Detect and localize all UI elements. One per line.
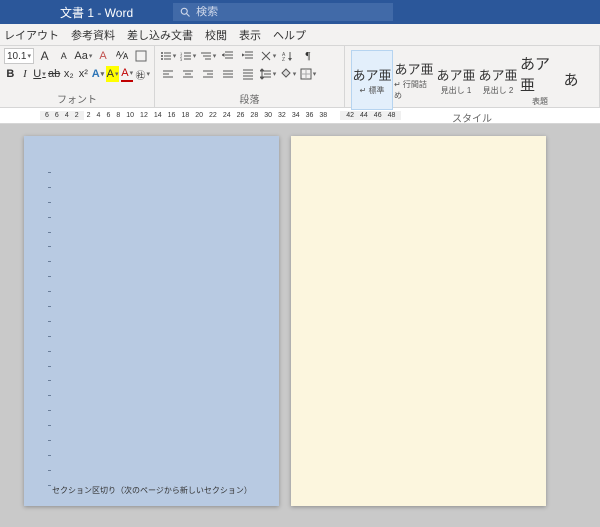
- bullets-button[interactable]: [159, 48, 177, 64]
- window-title: 文書 1 - Word: [60, 4, 133, 21]
- font-size-combo[interactable]: 10.1: [4, 48, 34, 64]
- ruler-body: 2468101214161820222426283032343638: [84, 112, 331, 119]
- search-icon: [179, 6, 191, 18]
- style-gallery[interactable]: あア亜 ↵ 標準 あア亜 ↵ 行間詰め あア亜 見出し 1 あア亜 見出し 2 …: [349, 48, 595, 110]
- svg-text:3: 3: [180, 57, 183, 62]
- style-heading2[interactable]: あア亜 見出し 2: [477, 50, 519, 110]
- sort-button[interactable]: AZ: [279, 48, 297, 64]
- tab-help[interactable]: ヘルプ: [273, 27, 306, 43]
- borders-button[interactable]: [299, 66, 317, 82]
- char-border-button[interactable]: [133, 48, 150, 64]
- strike-button[interactable]: ab: [48, 66, 61, 82]
- increase-indent-button[interactable]: [239, 48, 257, 64]
- align-justify-button[interactable]: [219, 66, 237, 82]
- search-box[interactable]: [173, 3, 393, 21]
- italic-button[interactable]: I: [19, 66, 32, 82]
- align-distribute-button[interactable]: [239, 66, 257, 82]
- style-title[interactable]: あア亜 表題: [519, 50, 561, 110]
- styles-group: あア亜 ↵ 標準 あア亜 ↵ 行間詰め あア亜 見出し 1 あア亜 見出し 2 …: [345, 46, 600, 107]
- font-color-button[interactable]: A: [121, 66, 134, 82]
- superscript-button[interactable]: x²: [77, 66, 90, 82]
- svg-text:Z: Z: [282, 57, 285, 62]
- numbering-button[interactable]: 123: [179, 48, 197, 64]
- page-2[interactable]: [291, 136, 546, 506]
- paragraph-group: 123 AZ: [155, 46, 345, 107]
- tab-mailings[interactable]: 差し込み文書: [127, 27, 193, 43]
- align-right-button[interactable]: [199, 66, 217, 82]
- ribbon: 10.1 A A Aa A ᴬ⁄ᴀ B I U ab x₂ x²: [0, 46, 600, 108]
- asian-layout-button[interactable]: [259, 48, 277, 64]
- section-break-marker: セクション区切り（次のページから新しいセクション）: [44, 485, 259, 496]
- subscript-button[interactable]: x₂: [62, 66, 75, 82]
- shading-button[interactable]: [279, 66, 297, 82]
- style-no-spacing[interactable]: あア亜 ↵ 行間詰め: [393, 50, 435, 110]
- underline-button[interactable]: U: [33, 66, 46, 82]
- shrink-font-button[interactable]: A: [55, 48, 72, 64]
- search-input[interactable]: [196, 6, 387, 18]
- font-group-label: フォント: [4, 91, 150, 107]
- change-case-button[interactable]: Aa: [74, 48, 92, 64]
- paragraph-group-label: 段落: [159, 91, 340, 107]
- grow-font-button[interactable]: A: [36, 48, 53, 64]
- style-normal[interactable]: あア亜 ↵ 標準: [351, 50, 393, 110]
- ruler-left-margin: 6642: [40, 111, 84, 120]
- show-marks-button[interactable]: ¶: [299, 48, 317, 64]
- ruler-right: 42444648: [340, 111, 401, 120]
- style-more[interactable]: あ: [561, 50, 581, 110]
- multilevel-button[interactable]: [199, 48, 217, 64]
- vertical-guides: [48, 172, 49, 486]
- tab-layout[interactable]: レイアウト: [4, 27, 59, 43]
- line-spacing-button[interactable]: [259, 66, 277, 82]
- title-bar: 文書 1 - Word: [0, 0, 600, 24]
- tab-references[interactable]: 参考資料: [71, 27, 115, 43]
- bold-button[interactable]: B: [4, 66, 17, 82]
- ribbon-tabs: レイアウト 参考資料 差し込み文書 校閲 表示 ヘルプ: [0, 24, 600, 46]
- tab-review[interactable]: 校閲: [205, 27, 227, 43]
- tab-view[interactable]: 表示: [239, 27, 261, 43]
- enclose-char-button[interactable]: ㊓: [135, 66, 150, 82]
- text-effects-button[interactable]: A: [92, 66, 105, 82]
- highlight-button[interactable]: A: [106, 66, 119, 82]
- decrease-indent-button[interactable]: [219, 48, 237, 64]
- document-canvas[interactable]: セクション区切り（次のページから新しいセクション）: [0, 124, 600, 527]
- align-center-button[interactable]: [179, 66, 197, 82]
- phonetic-guide-button[interactable]: ᴬ⁄ᴀ: [114, 48, 131, 64]
- style-heading1[interactable]: あア亜 見出し 1: [435, 50, 477, 110]
- align-left-button[interactable]: [159, 66, 177, 82]
- section-break-label: セクション区切り（次のページから新しいセクション）: [52, 485, 251, 496]
- page-1[interactable]: セクション区切り（次のページから新しいセクション）: [24, 136, 279, 506]
- font-group: 10.1 A A Aa A ᴬ⁄ᴀ B I U ab x₂ x²: [0, 46, 155, 107]
- clear-format-button[interactable]: A: [94, 48, 111, 64]
